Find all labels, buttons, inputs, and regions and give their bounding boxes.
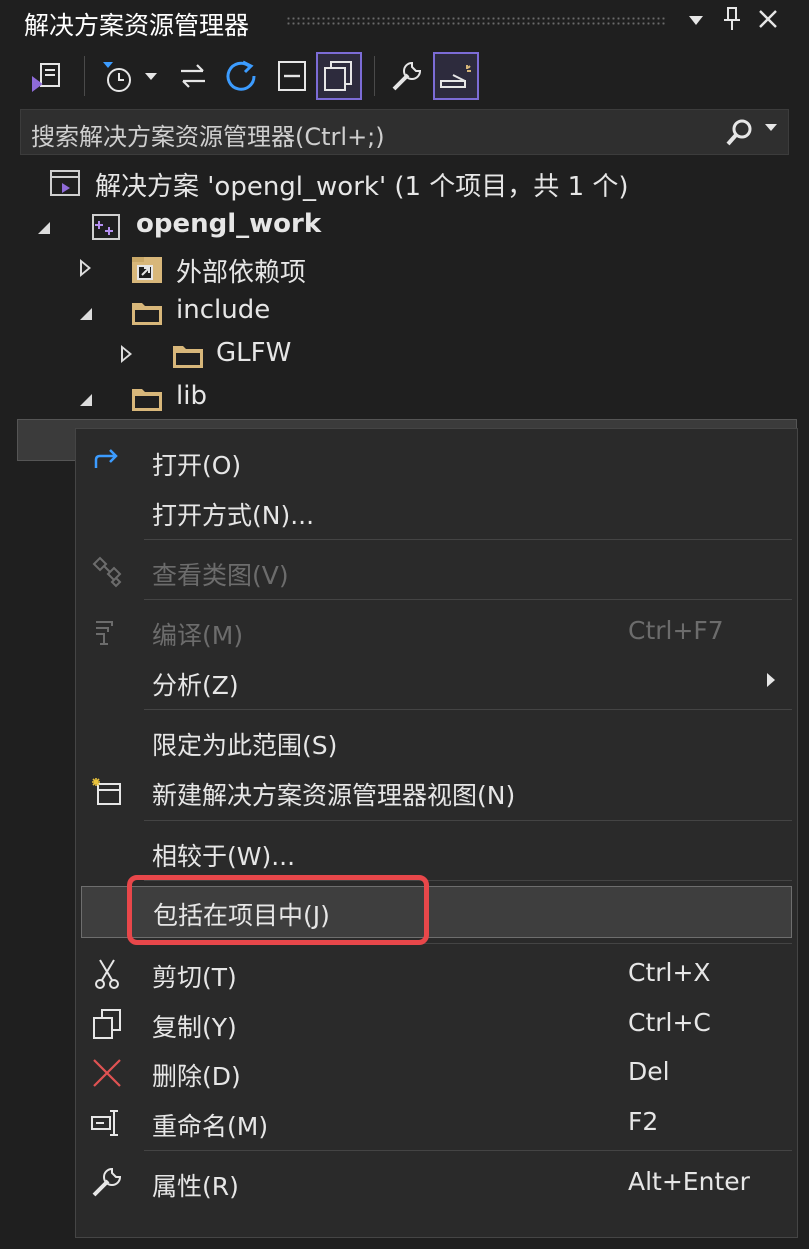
context-menu: 打开(O) 打开方式(N)... 查看类图(V) 编译(M) Ctrl+F7 分… xyxy=(75,428,798,1238)
tree-item-glfw[interactable]: GLFW xyxy=(0,333,809,376)
folder-icon xyxy=(132,303,162,325)
menu-shortcut: Ctrl+F7 xyxy=(628,616,724,645)
red-annotation-highlight xyxy=(127,875,429,945)
menu-separator xyxy=(144,709,792,710)
compile-icon xyxy=(96,621,113,645)
tree-item-lib[interactable]: lib xyxy=(0,376,809,419)
collapsed-arrow-icon[interactable] xyxy=(80,259,91,277)
expanded-arrow-icon[interactable] xyxy=(80,394,92,406)
cpp-project-icon xyxy=(92,214,120,240)
tree-item-solution[interactable]: 解决方案 'opengl_work' (1 个项目，共 1 个) xyxy=(0,161,809,204)
solution-label: 解决方案 'opengl_work' (1 个项目，共 1 个) xyxy=(95,172,629,202)
menu-item-open[interactable]: 打开(O) xyxy=(76,436,797,486)
menu-shortcut: Alt+Enter xyxy=(628,1167,750,1196)
properties-wrench-icon[interactable] xyxy=(384,52,430,100)
menu-item-view-class-diagram[interactable]: 查看类图(V) xyxy=(76,546,797,596)
menu-item-copy[interactable]: 复制(Y) Ctrl+C xyxy=(76,998,797,1048)
tree-item-include[interactable]: include xyxy=(0,290,809,333)
title-drag-grip[interactable] xyxy=(286,16,666,26)
include-label: include xyxy=(176,295,271,325)
collapsed-arrow-icon[interactable] xyxy=(121,345,132,363)
pin-icon[interactable] xyxy=(716,6,748,38)
history-dropdown-icon[interactable] xyxy=(136,52,166,100)
menu-separator xyxy=(144,1150,792,1151)
folder-icon xyxy=(173,346,203,368)
vs-solution-switch-icon[interactable] xyxy=(24,52,70,100)
menu-label: 编译(M) xyxy=(152,621,244,650)
menu-item-new-explorer-view[interactable]: 新建解决方案资源管理器视图(N) xyxy=(76,766,797,816)
menu-shortcut: F2 xyxy=(628,1107,659,1136)
menu-item-analyze[interactable]: 分析(Z) xyxy=(76,656,797,706)
menu-label: 限定为此范围(S) xyxy=(152,731,338,760)
menu-item-open-with[interactable]: 打开方式(N)... xyxy=(76,486,797,536)
menu-item-scope-to-this[interactable]: 限定为此范围(S) xyxy=(76,716,797,766)
menu-shortcut: Ctrl+C xyxy=(628,1008,711,1037)
menu-item-compile[interactable]: 编译(M) Ctrl+F7 xyxy=(76,606,797,656)
external-deps-label: 外部依赖项 xyxy=(176,258,307,288)
folder-icon xyxy=(132,389,162,411)
expanded-arrow-icon[interactable] xyxy=(38,222,50,234)
tree-item-external-deps[interactable]: 外部依赖项 xyxy=(0,247,809,290)
menu-item-delete[interactable]: 删除(D) Del xyxy=(76,1047,797,1097)
menu-label: 新建解决方案资源管理器视图(N) xyxy=(152,781,516,810)
new-view-icon xyxy=(92,778,121,805)
explorer-toolbar xyxy=(0,46,809,106)
panel-title-bar: 解决方案资源管理器 xyxy=(0,0,809,46)
menu-separator xyxy=(144,599,792,600)
external-dependencies-icon xyxy=(132,257,162,283)
menu-label: 属性(R) xyxy=(152,1172,239,1201)
menu-label: 复制(Y) xyxy=(152,1013,237,1042)
submenu-arrow-icon xyxy=(767,673,775,687)
menu-label: 打开方式(N)... xyxy=(152,501,315,530)
pending-changes-history-icon[interactable] xyxy=(94,52,140,100)
search-box[interactable]: 搜索解决方案资源管理器(Ctrl+;) xyxy=(20,109,789,155)
menu-label: 查看类图(V) xyxy=(152,561,289,590)
menu-item-rename[interactable]: 重命名(M) F2 xyxy=(76,1097,797,1147)
wrench-icon xyxy=(92,1167,122,1197)
menu-label: 删除(D) xyxy=(152,1062,241,1091)
class-diagram-icon xyxy=(92,556,122,588)
refresh-icon[interactable] xyxy=(218,52,264,100)
sync-with-document-icon[interactable] xyxy=(170,52,216,100)
panel-title: 解决方案资源管理器 xyxy=(24,11,250,40)
preview-selected-icon[interactable] xyxy=(433,52,479,100)
menu-label: 打开(O) xyxy=(152,451,242,480)
rename-icon xyxy=(91,1110,118,1136)
menu-label: 重命名(M) xyxy=(152,1112,269,1141)
scissors-icon xyxy=(95,959,119,989)
menu-label: 剪切(T) xyxy=(152,963,237,992)
lib-label: lib xyxy=(176,381,207,411)
tree-item-project[interactable]: opengl_work xyxy=(0,204,809,247)
menu-label: 相较于(W)... xyxy=(152,842,296,871)
menu-label: 分析(Z) xyxy=(152,671,239,700)
show-all-files-icon[interactable] xyxy=(316,52,362,100)
window-position-dropdown-icon[interactable] xyxy=(680,6,712,38)
search-placeholder: 搜索解决方案资源管理器(Ctrl+;) xyxy=(31,123,385,151)
menu-item-cut[interactable]: 剪切(T) Ctrl+X xyxy=(76,948,797,998)
search-icon[interactable] xyxy=(724,118,754,152)
expanded-arrow-icon[interactable] xyxy=(80,308,92,320)
menu-separator xyxy=(144,820,792,821)
open-arrow-icon xyxy=(94,449,118,468)
menu-separator xyxy=(144,539,792,540)
menu-shortcut: Ctrl+X xyxy=(628,958,711,987)
delete-x-icon xyxy=(93,1059,121,1087)
glfw-label: GLFW xyxy=(216,338,292,368)
project-label: opengl_work xyxy=(136,209,322,239)
menu-item-compare-with[interactable]: 相较于(W)... xyxy=(76,827,797,877)
search-options-dropdown-icon[interactable] xyxy=(764,118,778,139)
solution-icon xyxy=(50,170,80,196)
copy-icon xyxy=(93,1009,121,1039)
menu-shortcut: Del xyxy=(628,1057,670,1086)
close-icon[interactable] xyxy=(752,6,784,38)
menu-item-properties[interactable]: 属性(R) Alt+Enter xyxy=(76,1157,797,1207)
collapse-all-icon[interactable] xyxy=(268,52,314,100)
